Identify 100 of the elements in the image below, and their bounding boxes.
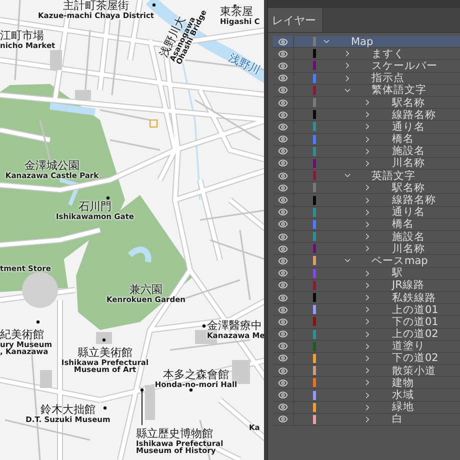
disclosure-chevron-icon[interactable] bbox=[363, 196, 372, 205]
eye-icon[interactable] bbox=[278, 366, 288, 376]
eye-icon[interactable] bbox=[278, 85, 288, 96]
eye-icon[interactable] bbox=[278, 402, 288, 412]
layer-row[interactable]: ベースmap bbox=[273, 255, 460, 268]
layer-row[interactable]: 施設名 bbox=[273, 146, 460, 158]
place-name-label: 金澤醫療中 bbox=[207, 320, 262, 332]
layer-row[interactable]: 線路名称 bbox=[273, 109, 460, 122]
disclosure-chevron-icon[interactable] bbox=[363, 110, 372, 120]
disclosure-chevron-icon[interactable] bbox=[363, 378, 372, 388]
disclosure-chevron-icon[interactable] bbox=[363, 98, 372, 108]
layer-name: 緑地 bbox=[392, 401, 414, 414]
eye-icon[interactable] bbox=[278, 122, 288, 132]
eye-icon[interactable] bbox=[278, 48, 288, 59]
layer-row[interactable]: 駅名称 bbox=[273, 96, 460, 110]
eye-icon[interactable] bbox=[278, 353, 288, 364]
disclosure-chevron-icon[interactable] bbox=[363, 305, 372, 314]
eye-icon[interactable] bbox=[278, 341, 288, 352]
eye-icon[interactable] bbox=[278, 232, 288, 242]
eye-icon[interactable] bbox=[278, 195, 288, 206]
layer-row[interactable]: Map bbox=[273, 36, 460, 48]
eye-icon[interactable] bbox=[278, 256, 288, 266]
disclosure-chevron-icon[interactable] bbox=[363, 390, 372, 400]
eye-icon[interactable] bbox=[278, 158, 288, 168]
eye-icon[interactable] bbox=[278, 98, 288, 108]
layer-row[interactable]: 下の道01 bbox=[273, 316, 460, 328]
eye-icon[interactable] bbox=[278, 292, 288, 303]
disclosure-chevron-icon[interactable] bbox=[363, 183, 372, 192]
layer-row[interactable]: スケールバー bbox=[273, 60, 460, 73]
layer-name: 建物 bbox=[392, 376, 414, 389]
disclosure-chevron-icon[interactable] bbox=[363, 317, 372, 326]
layer-row[interactable]: 通り名 bbox=[273, 121, 460, 134]
disclosure-chevron-icon[interactable] bbox=[363, 134, 372, 144]
eye-icon[interactable] bbox=[278, 73, 288, 84]
eye-icon[interactable] bbox=[278, 329, 288, 340]
eye-icon[interactable] bbox=[278, 146, 288, 156]
disclosure-chevron-icon[interactable] bbox=[363, 293, 372, 302]
layers-tab[interactable]: レイヤー bbox=[268, 8, 322, 32]
layer-row[interactable]: 水域 bbox=[273, 389, 460, 402]
layer-name: 通り名 bbox=[392, 120, 425, 133]
disclosure-chevron-icon[interactable] bbox=[363, 366, 372, 376]
place-name-label: 本多之森會館 bbox=[163, 369, 229, 381]
eye-icon[interactable] bbox=[278, 378, 288, 388]
layer-row[interactable]: 通り名 bbox=[273, 206, 460, 219]
disclosure-chevron-icon[interactable] bbox=[363, 414, 372, 424]
layer-row[interactable]: 線路名称 bbox=[273, 194, 460, 207]
eye-icon[interactable] bbox=[278, 414, 288, 424]
eye-icon[interactable] bbox=[278, 280, 288, 290]
eye-icon[interactable] bbox=[278, 244, 288, 254]
layer-name: 橋名 bbox=[392, 218, 414, 230]
layer-row[interactable]: 橋名 bbox=[273, 218, 460, 231]
disclosure-chevron-icon[interactable] bbox=[363, 146, 372, 156]
layer-row[interactable]: 駅名称 bbox=[273, 182, 460, 194]
eye-icon[interactable] bbox=[278, 170, 288, 181]
disclosure-chevron-icon[interactable] bbox=[363, 122, 372, 132]
layer-name: 下の道02 bbox=[392, 352, 438, 364]
disclosure-chevron-icon[interactable] bbox=[363, 354, 372, 363]
layer-row[interactable]: 下の道02 bbox=[273, 352, 460, 366]
disclosure-chevron-icon[interactable] bbox=[363, 158, 372, 168]
disclosure-chevron-icon[interactable] bbox=[363, 330, 372, 339]
layer-row[interactable]: 川名称 bbox=[273, 243, 460, 256]
layer-row[interactable]: 緑地 bbox=[273, 402, 460, 414]
layer-row[interactable]: 繁体語文字 bbox=[273, 84, 460, 97]
disclosure-chevron-icon[interactable] bbox=[363, 208, 372, 217]
disclosure-chevron-icon[interactable] bbox=[363, 244, 372, 254]
layer-row[interactable]: ますく bbox=[273, 48, 460, 60]
layer-row[interactable]: 建物 bbox=[273, 377, 460, 390]
disclosure-chevron-icon[interactable] bbox=[363, 280, 372, 290]
layer-row[interactable]: 橋名 bbox=[273, 134, 460, 146]
place-name-label: 鈴木大拙館 bbox=[40, 404, 96, 416]
layer-row[interactable]: 白 bbox=[273, 414, 460, 426]
disclosure-chevron-icon[interactable] bbox=[363, 220, 372, 229]
layer-row[interactable]: 私鉄線路 bbox=[273, 292, 460, 304]
eye-icon[interactable] bbox=[278, 182, 288, 193]
layer-row[interactable]: 指示点 bbox=[273, 72, 460, 85]
eye-icon[interactable] bbox=[278, 60, 288, 71]
eye-icon[interactable] bbox=[278, 207, 288, 218]
place-name-label: 兼六園 bbox=[130, 284, 162, 296]
eye-icon[interactable] bbox=[278, 110, 288, 120]
eye-icon[interactable] bbox=[278, 316, 288, 327]
layer-row[interactable]: 上の道02 bbox=[273, 328, 460, 341]
disclosure-chevron-icon[interactable] bbox=[363, 268, 372, 278]
eye-icon[interactable] bbox=[278, 36, 288, 47]
eye-icon[interactable] bbox=[278, 268, 288, 278]
eye-icon[interactable] bbox=[278, 304, 288, 315]
layer-row[interactable]: 上の道01 bbox=[273, 304, 460, 316]
eye-icon[interactable] bbox=[278, 390, 288, 400]
layer-row[interactable]: 英語文字 bbox=[273, 170, 460, 182]
disclosure-chevron-icon[interactable] bbox=[363, 232, 372, 242]
disclosure-chevron-icon[interactable] bbox=[363, 342, 372, 351]
disclosure-chevron-icon[interactable] bbox=[363, 402, 372, 412]
layer-row[interactable]: 道塗り bbox=[273, 340, 460, 353]
layer-row[interactable]: 散策小道 bbox=[273, 365, 460, 378]
layer-row[interactable]: JR線路 bbox=[273, 280, 460, 292]
layer-row[interactable]: 施設名 bbox=[273, 231, 460, 244]
eye-icon[interactable] bbox=[278, 219, 288, 230]
layer-name: 散策小道 bbox=[392, 364, 436, 377]
layer-row[interactable]: 駅 bbox=[273, 268, 460, 280]
eye-icon[interactable] bbox=[278, 134, 288, 144]
layer-row[interactable]: 川名称 bbox=[273, 158, 460, 170]
